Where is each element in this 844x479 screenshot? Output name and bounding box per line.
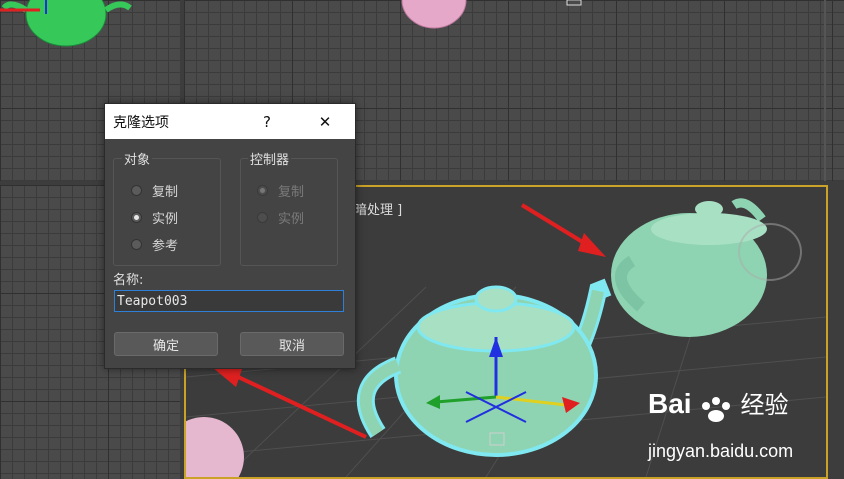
name-input[interactable] [114, 290, 344, 312]
paw-icon [696, 394, 736, 424]
radio-dot [257, 212, 268, 223]
radio-label: 复制 [278, 185, 305, 200]
cancel-button[interactable]: 取消 [240, 332, 344, 356]
ok-button[interactable]: 确定 [114, 332, 218, 356]
name-label: 名称: [113, 273, 144, 288]
teapot-selected [356, 278, 612, 457]
baidu-watermark: Bai 经验 [648, 385, 788, 424]
radio-label: 实例 [152, 212, 179, 227]
close-icon[interactable]: ✕ [307, 104, 343, 139]
controller-radio-instance: 实例 [257, 208, 304, 227]
baidu-brand-bai: Bai [648, 388, 692, 419]
radio-dot [131, 239, 142, 250]
object-radio-instance[interactable]: 实例 [131, 208, 178, 227]
dialog-title: 克隆选项 [113, 114, 169, 131]
radio-dot-selected [257, 185, 268, 196]
baidu-url: jingyan.baidu.com [648, 441, 794, 461]
radio-label: 参考 [152, 239, 179, 254]
radio-label: 实例 [278, 212, 305, 227]
watermark-seal [738, 223, 802, 281]
object-radio-copy[interactable]: 复制 [131, 181, 178, 200]
radio-label: 复制 [152, 185, 179, 200]
object-radio-reference[interactable]: 参考 [131, 235, 178, 254]
clone-options-dialog: 克隆选项 ? ✕ 对象 复制 实例 参考 控制器 复制 实例 名称: 确定 取消 [104, 103, 356, 369]
dialog-titlebar[interactable]: 克隆选项 ? ✕ [105, 104, 355, 139]
object-group-title: 对象 [122, 149, 153, 168]
help-button[interactable]: ? [249, 104, 285, 139]
radio-dot-selected [131, 212, 142, 223]
radio-dot [131, 185, 142, 196]
controller-group-title: 控制器 [248, 149, 292, 168]
controller-radio-copy: 复制 [257, 181, 304, 200]
viewport-frame-top-right [824, 0, 826, 181]
baidu-brand-jingyan: 经验 [740, 392, 789, 419]
